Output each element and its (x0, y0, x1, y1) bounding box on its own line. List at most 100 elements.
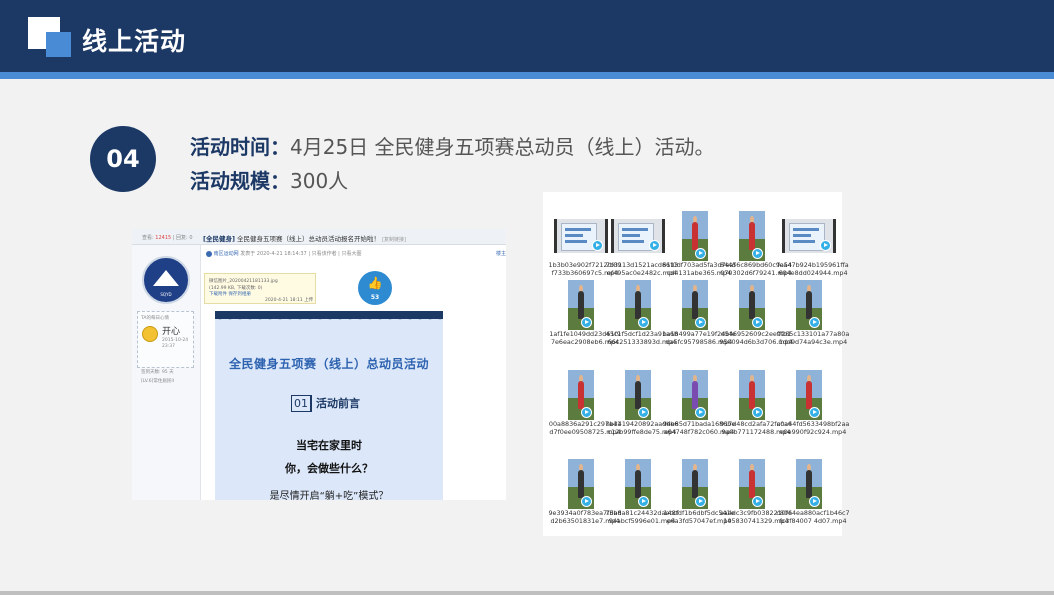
thread-title-text: 全民健身五项赛（线上）总动员活动报名开始啦！ (237, 235, 381, 243)
play-icon (820, 240, 831, 251)
like-button[interactable]: 👍 53 (358, 271, 392, 305)
post-time: 发表于 2020-4-21 18:14:37 (240, 251, 307, 257)
video-thumbnail-icon (739, 280, 765, 330)
author-sidebar: SQYD TA的每日心情 开心 2015-10-24 23:37 签到天数: 9… (132, 245, 201, 500)
attachment-links[interactable]: 下载附件 保存到相册 (209, 291, 251, 297)
mood-box: TA的每日心情 开心 2015-10-24 23:37 (137, 311, 194, 368)
play-icon (581, 317, 592, 328)
page-title: 线上活动 (82, 27, 187, 56)
logo-mountain-icon (153, 270, 179, 286)
play-icon (581, 496, 592, 507)
post-header: 南区运动网 发表于 2020-4-21 18:14:37 | 只看该作者 | 只… (206, 250, 361, 257)
video-thumbnail-icon (739, 459, 765, 509)
video-thumbnail-icon (739, 211, 765, 261)
attachment-name[interactable]: 微信图片_20200421181133.jpg (209, 278, 278, 284)
video-thumbnail-icon (682, 280, 708, 330)
author-avatar-icon (206, 250, 212, 257)
poster-section-title: 活动前言 (316, 397, 360, 410)
play-icon (809, 496, 820, 507)
video-thumbnail-icon (782, 219, 836, 253)
video-file-item[interactable]: c0a44fd5633498bf2aae0e990f92c924.mp4 (776, 370, 850, 458)
poster-line-3: 是尽情开启“躺+吃”模式？ (269, 491, 389, 500)
copy-link[interactable]: [复制链接] (382, 237, 406, 243)
activity-scale-label: 活动规模： (190, 169, 290, 193)
mood-title: TA的每日心情 (141, 316, 169, 321)
thread-tag: [全民健身] (203, 235, 235, 243)
video-thumbnail-icon (682, 211, 708, 261)
play-icon (695, 317, 706, 328)
play-icon (752, 317, 763, 328)
activity-scale-value: 300人 (290, 169, 349, 193)
smile-face-icon (142, 326, 158, 342)
views-count: 12415 (155, 235, 172, 241)
header-stripe (0, 72, 1054, 79)
forum-logo-icon: SQYD (142, 256, 190, 304)
checkin-days: 签到天数: 95 天 (141, 370, 174, 375)
video-thumbnail-icon (682, 370, 708, 420)
activity-time-value: 4月25日 全民健身五项赛总动员（线上）活动。 (290, 135, 715, 159)
play-icon (752, 248, 763, 259)
attachment-time: 2020-4-21 18:11 上传 (265, 298, 314, 303)
video-thumbnail-icon (568, 459, 594, 509)
poster-section-heading: 01 活动前言 (291, 395, 360, 412)
video-thumbnail-icon (739, 370, 765, 420)
play-icon (695, 407, 706, 418)
play-icon (809, 407, 820, 418)
logo-text: SQYD (160, 292, 172, 297)
play-icon (592, 240, 603, 251)
video-file-item[interactable]: ff285c133101a77a80a1dd9d74a94c3e.mp4 (776, 280, 850, 368)
header-bar: 线上活动 (0, 0, 1054, 72)
thread-stats: 查看: 12415 | 回复: 0 (142, 234, 193, 241)
play-icon (638, 407, 649, 418)
video-thumbnail-icon (682, 459, 708, 509)
attachment-box: 微信图片_20200421181133.jpg (142.99 KB, 下载次数… (204, 273, 316, 304)
play-icon (695, 248, 706, 259)
post-author[interactable]: 南区运动网 (214, 251, 239, 257)
bottom-divider (0, 591, 1054, 595)
play-icon (649, 240, 660, 251)
video-thumbnail-icon (796, 280, 822, 330)
video-thumbnail-icon (568, 280, 594, 330)
header-decoration-accent (46, 32, 71, 57)
activity-time-label: 活动时间： (190, 135, 290, 159)
video-files-panel: 1b3b03e902f7212cf09f733b360697c5.mp4 7b31… (543, 192, 850, 536)
activity-scale: 活动规模：300人 (190, 165, 348, 194)
video-thumbnail-icon (611, 219, 665, 253)
activity-time: 活动时间：4月25日 全民健身五项赛总动员（线上）活动。 (190, 131, 715, 160)
video-file-name: c0a44fd5633498bf2aae0e990f92c924.mp4 (776, 420, 850, 436)
video-thumbnail-icon (796, 459, 822, 509)
like-count: 53 (370, 294, 380, 301)
poster-title: 全民健身五项赛（线上）总动员活动 (228, 357, 429, 371)
post-view-links[interactable]: | 只看该作者 | 只看大图 (308, 251, 361, 257)
video-thumbnail-icon (625, 370, 651, 420)
forum-screenshot: 查看: 12415 | 回复: 0 [全民健身] 全民健身五项赛（线上）总动员活… (132, 229, 506, 500)
play-icon (638, 317, 649, 328)
play-icon (809, 317, 820, 328)
floor-label: 楼主 (496, 251, 506, 257)
poster-section-number: 01 (291, 395, 312, 412)
thumbs-up-icon: 👍 (367, 276, 383, 290)
play-icon (638, 496, 649, 507)
play-icon (695, 496, 706, 507)
views-label: 查看: (142, 235, 154, 241)
poster-scallop-border (215, 314, 443, 324)
forum-thread-bar: 查看: 12415 | 回复: 0 [全民健身] 全民健身五项赛（线上）总动员活… (132, 229, 506, 245)
video-file-item[interactable]: c80e4ea880acf1b46c7fc3f84007 4d07.mp4 (776, 459, 850, 547)
poster-line-2: 你，会做些什么？ (285, 462, 373, 475)
section-number: 04 (90, 126, 156, 192)
thread-title: [全民健身] 全民健身五项赛（线上）总动员活动报名开始啦！ [复制链接] (203, 233, 406, 243)
mood-word: 开心 (162, 327, 181, 337)
play-icon (752, 496, 763, 507)
mood-date: 2015-10-24 23:37 (162, 338, 189, 349)
play-icon (752, 407, 763, 418)
user-level: [LV.6]常住居民II (141, 379, 174, 384)
video-file-name: c80e4ea880acf1b46c7fc3f84007 4d07.mp4 (776, 509, 850, 525)
video-thumbnail-icon (796, 370, 822, 420)
video-file-name: ff285c133101a77a80a1dd9d74a94c3e.mp4 (776, 330, 850, 346)
poster-line-1: 当宅在家里时 (296, 439, 362, 452)
video-thumbnail-icon (554, 219, 608, 253)
play-icon (581, 407, 592, 418)
event-poster: 全民健身五项赛（线上）总动员活动 01 活动前言 当宅在家里时 你，会做些什么？ … (215, 311, 443, 500)
video-thumbnail-icon (625, 459, 651, 509)
video-thumbnail-icon (568, 370, 594, 420)
